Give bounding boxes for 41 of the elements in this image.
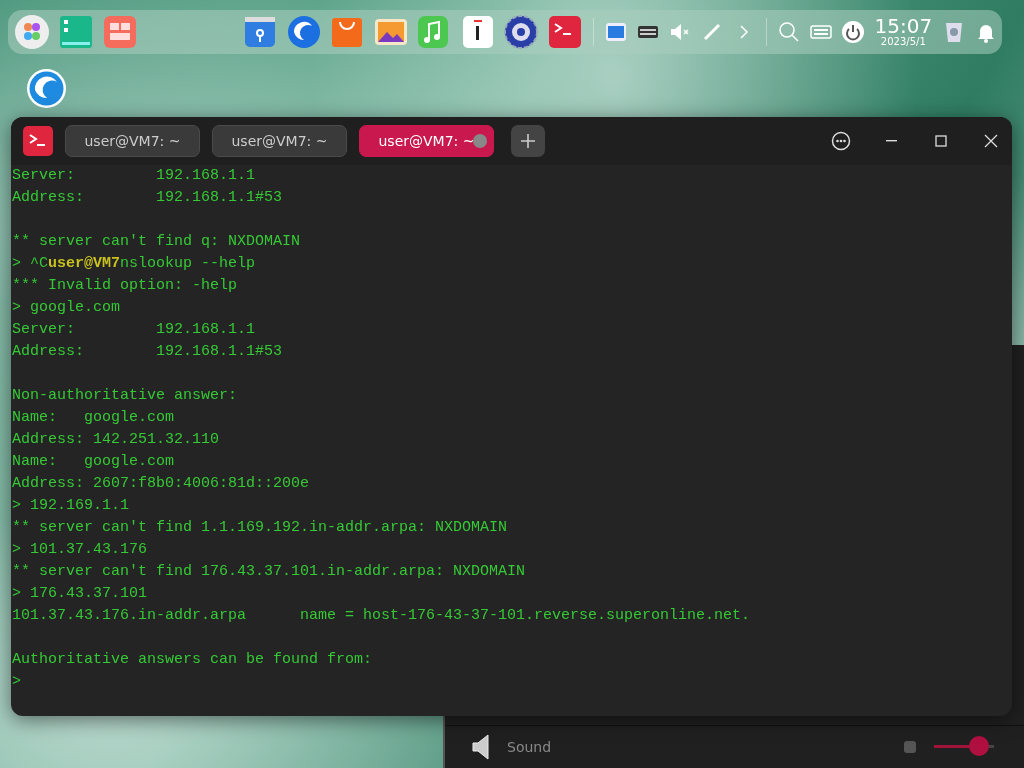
launcher-icon[interactable] bbox=[14, 14, 50, 50]
terminal-line: > google.com bbox=[12, 298, 122, 318]
grid-icon[interactable] bbox=[102, 14, 138, 50]
terminal-line: Server: 192.168.1.1 bbox=[12, 320, 257, 340]
terminal-line: Server: 192.168.1.1 bbox=[12, 166, 257, 186]
terminal-line: > ^Cuser@VM7nslookup --help bbox=[12, 254, 257, 274]
minimize-icon bbox=[885, 140, 897, 142]
folder-icon[interactable] bbox=[242, 14, 278, 50]
terminal-line: Address: 2607:f8b0:4006:81d::200e bbox=[12, 474, 311, 494]
gear-icon[interactable] bbox=[503, 14, 539, 50]
terminal-line: *** Invalid option: -help bbox=[12, 276, 239, 296]
terminal-line: Authoritative answers can be found from: bbox=[12, 650, 374, 670]
slider-thumb[interactable] bbox=[969, 736, 989, 756]
terminal-line: > bbox=[12, 672, 22, 692]
terminal-line: Name: google.com bbox=[12, 452, 176, 472]
terminal-line: ** server can't find 176.43.37.101.in-addr.arpa: NXDOMAIN bbox=[12, 562, 527, 582]
menu-icon bbox=[831, 131, 851, 151]
sound-label: Sound bbox=[507, 739, 552, 755]
terminal-line: > 176.43.37.101 bbox=[12, 584, 149, 604]
terminal-line: ** server can't find 1.1.169.192.in-addr.arpa: NXDOMAIN bbox=[12, 518, 509, 538]
terminal-line: Non-authoritative answer: bbox=[12, 386, 239, 406]
terminal-line: Address: 142.251.32.110 bbox=[12, 430, 221, 450]
terminal-icon[interactable] bbox=[23, 126, 53, 156]
terminal-line: > 101.37.43.176 bbox=[12, 540, 149, 560]
picture-icon[interactable] bbox=[603, 20, 628, 44]
search-icon[interactable] bbox=[776, 20, 801, 44]
power-icon[interactable] bbox=[840, 20, 865, 44]
terminal-line: 101.37.43.176.in-addr.arpa name = host-176-43-37-101.reverse.superonline.net. bbox=[12, 606, 752, 626]
terminal-line: ** server can't find q: NXDOMAIN bbox=[12, 232, 302, 252]
terminal-line: Name: google.com bbox=[12, 408, 176, 428]
plus-icon bbox=[520, 133, 536, 149]
terminal-line: > 192.169.1.1 bbox=[12, 496, 131, 516]
terminal-tab[interactable]: user@VM7: ~ bbox=[212, 125, 347, 157]
clock-date: 2023/5/1 bbox=[880, 36, 926, 48]
mute-icon[interactable] bbox=[904, 741, 916, 753]
terminal-line: Address: 192.168.1.1#53 bbox=[12, 342, 284, 362]
terminal-tab[interactable]: user@VM7: ~ bbox=[359, 125, 494, 157]
window-list-icon[interactable] bbox=[58, 14, 94, 50]
new-tab-button[interactable] bbox=[511, 125, 545, 157]
terminal-line: Address: 192.168.1.1#53 bbox=[12, 188, 284, 208]
terminal-tab[interactable]: user@VM7: ~ bbox=[65, 125, 200, 157]
